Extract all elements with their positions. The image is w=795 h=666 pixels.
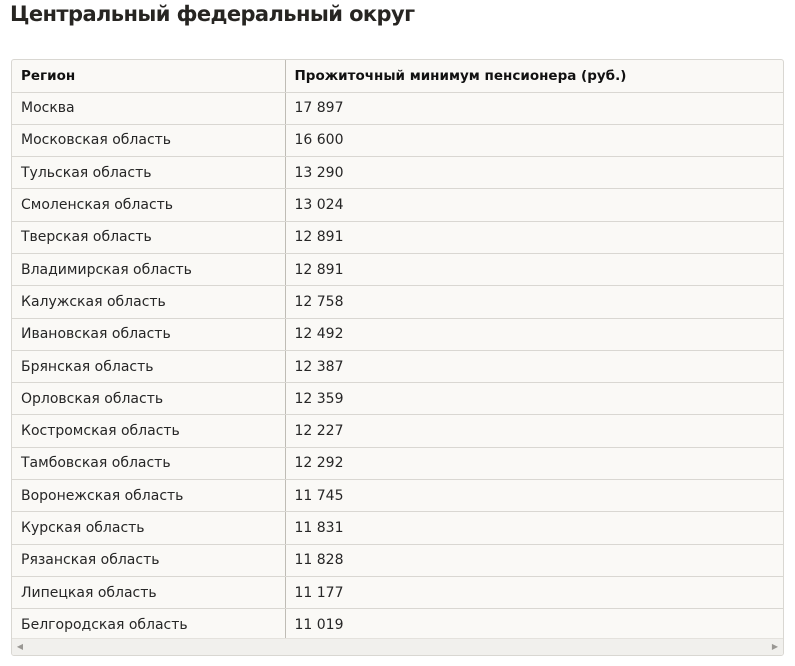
- region-cell: Воронежская область: [12, 479, 286, 513]
- region-cell: Калужская область: [12, 285, 286, 319]
- value-cell: 12 891: [285, 253, 783, 287]
- region-cell: Ивановская область: [12, 318, 286, 351]
- page-title: Центральный федеральный округ: [10, 2, 415, 26]
- table-container: Регион Прожиточный минимум пенсионера (р…: [11, 59, 784, 656]
- table-row: Белгородская область 11 019: [12, 608, 783, 642]
- table-row: Смоленская область 13 024: [12, 188, 783, 222]
- value-cell: 11 745: [285, 479, 783, 513]
- horizontal-scrollbar[interactable]: ◀ ▶: [12, 638, 783, 655]
- value-cell: 12 387: [285, 350, 783, 384]
- table-row: Тверская область 12 891: [12, 221, 783, 254]
- page: Центральный федеральный округ Регион Про…: [0, 0, 795, 666]
- region-cell: Липецкая область: [12, 576, 286, 610]
- value-cell: 12 359: [285, 382, 783, 416]
- chevron-left-icon[interactable]: ◀: [15, 642, 25, 652]
- table-row: Брянская область 12 387: [12, 350, 783, 384]
- region-cell: Московская область: [12, 124, 286, 158]
- table-row: Рязанская область 11 828: [12, 544, 783, 577]
- value-cell: 11 831: [285, 511, 783, 545]
- region-cell: Смоленская область: [12, 188, 286, 222]
- value-cell: 12 891: [285, 221, 783, 254]
- value-cell: 11 019: [285, 608, 783, 642]
- region-cell: Тульская область: [12, 156, 286, 190]
- table-row: Курская область 11 831: [12, 511, 783, 545]
- chevron-right-icon[interactable]: ▶: [770, 642, 780, 652]
- value-cell: 12 292: [285, 447, 783, 481]
- value-cell: 11 177: [285, 576, 783, 610]
- table-row: Тамбовская область 12 292: [12, 447, 783, 481]
- region-cell: Курская область: [12, 511, 286, 545]
- region-cell: Тверская область: [12, 221, 286, 254]
- value-cell: 13 024: [285, 188, 783, 222]
- value-cell: 12 227: [285, 414, 783, 448]
- table-row: Костромская область 12 227: [12, 414, 783, 448]
- value-cell: 12 492: [285, 318, 783, 351]
- column-header-region: Регион: [12, 60, 286, 93]
- pension-minimum-table: Регион Прожиточный минимум пенсионера (р…: [12, 60, 783, 642]
- value-cell: 17 897: [285, 92, 783, 125]
- region-cell: Брянская область: [12, 350, 286, 384]
- table-row: Владимирская область 12 891: [12, 253, 783, 287]
- table-row: Ивановская область 12 492: [12, 318, 783, 351]
- table-row: Московская область 16 600: [12, 124, 783, 158]
- region-cell: Тамбовская область: [12, 447, 286, 481]
- table-row: Москва 17 897: [12, 92, 783, 125]
- column-header-minimum: Прожиточный минимум пенсионера (руб.): [285, 60, 783, 93]
- table-row: Калужская область 12 758: [12, 285, 783, 319]
- region-cell: Владимирская область: [12, 253, 286, 287]
- region-cell: Рязанская область: [12, 544, 286, 577]
- value-cell: 16 600: [285, 124, 783, 158]
- table-row: Липецкая область 11 177: [12, 576, 783, 610]
- value-cell: 13 290: [285, 156, 783, 190]
- region-cell: Белгородская область: [12, 608, 286, 642]
- region-cell: Костромская область: [12, 414, 286, 448]
- table-header-row: Регион Прожиточный минимум пенсионера (р…: [12, 60, 783, 93]
- value-cell: 12 758: [285, 285, 783, 319]
- region-cell: Орловская область: [12, 382, 286, 416]
- value-cell: 11 828: [285, 544, 783, 577]
- table-row: Тульская область 13 290: [12, 156, 783, 190]
- region-cell: Москва: [12, 92, 286, 125]
- table-row: Орловская область 12 359: [12, 382, 783, 416]
- table-row: Воронежская область 11 745: [12, 479, 783, 513]
